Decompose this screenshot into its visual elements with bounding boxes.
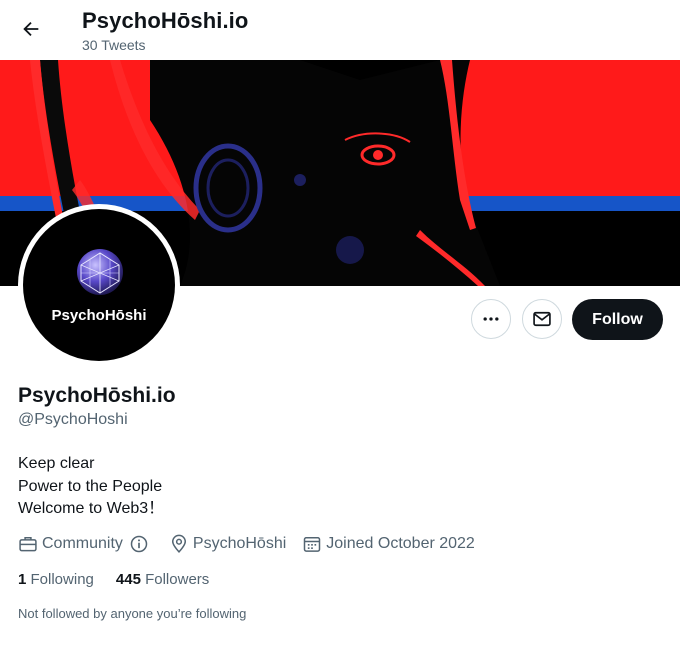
avatar[interactable]: PsychoHōshi — [18, 204, 180, 366]
info-circle-icon — [130, 535, 148, 553]
envelope-icon — [533, 311, 551, 327]
profile-bio: Keep clear Power to the People Welcome t… — [18, 453, 164, 521]
profile-handle: @PsychoHoshi — [18, 411, 128, 428]
page-title: PsychoHōshi.io — [82, 8, 249, 33]
location-label: PsychoHōshi — [192, 535, 287, 552]
profile-meta: Community PsychoHōshi Joined October 202 — [18, 532, 475, 556]
following-label: Following — [30, 571, 94, 588]
category-label: Community — [42, 535, 123, 552]
location-item: PsychoHōshi — [169, 534, 286, 554]
following-link[interactable]: 1 Following — [18, 571, 94, 588]
briefcase-icon — [19, 537, 37, 552]
avatar-image: PsychoHōshi — [23, 209, 175, 361]
top-bar: PsychoHōshi.io 30 Tweets — [0, 0, 680, 60]
arrow-left-icon — [23, 21, 39, 37]
followers-label: Followers — [145, 571, 210, 588]
back-button[interactable] — [14, 12, 48, 46]
not-followed-text: Not followed by anyone you’re following — [18, 606, 247, 621]
profile-name: PsychoHōshi.io — [18, 384, 176, 407]
avatar-label: PsychoHōshi — [51, 307, 147, 324]
location-pin-icon — [171, 534, 186, 554]
bio-line: Keep clear — [18, 455, 95, 472]
category-item: Community — [18, 534, 153, 554]
calendar-icon — [304, 537, 321, 552]
category-info-button[interactable] — [129, 534, 153, 554]
crystal-ball-icon — [77, 249, 123, 295]
bio-line: Welcome to Web3！ — [18, 500, 165, 517]
bio-line: Power to the People — [18, 477, 163, 495]
joined-label: Joined October 2022 — [326, 535, 475, 552]
more-button[interactable] — [471, 299, 511, 339]
follow-button[interactable]: Follow — [572, 299, 663, 340]
joined-item: Joined October 2022 — [302, 534, 475, 554]
more-horizontal-icon — [483, 317, 499, 321]
tweet-count: 30 Tweets — [82, 37, 146, 53]
message-button[interactable] — [522, 299, 562, 339]
follow-stats: 1 Following 445 Followers — [18, 571, 209, 588]
followers-link[interactable]: 445 Followers — [116, 571, 209, 588]
following-count: 1 — [18, 571, 31, 588]
followers-count: 445 — [115, 571, 146, 588]
